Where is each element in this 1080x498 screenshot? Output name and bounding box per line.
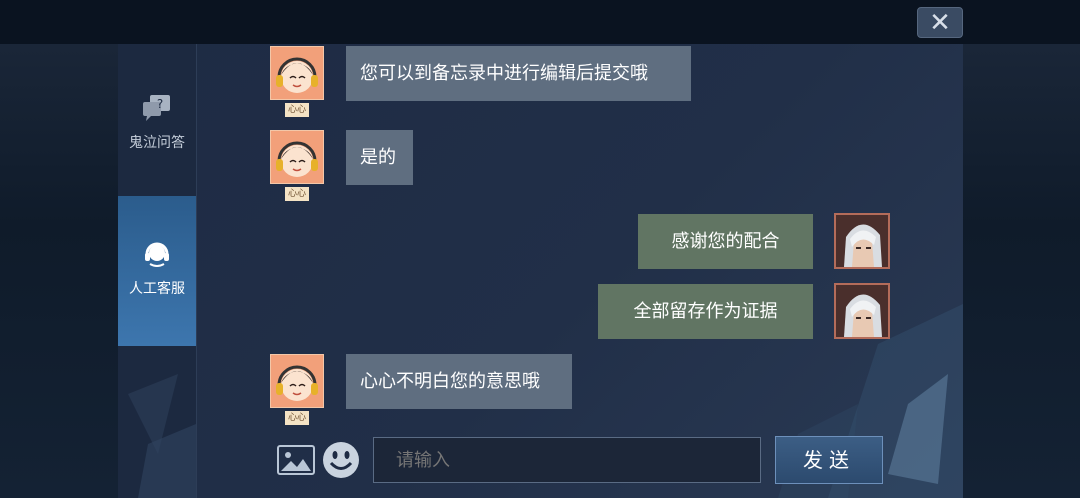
sidebar-item-label: 人工客服: [129, 281, 185, 297]
svg-text:?: ?: [157, 97, 163, 111]
emoji-icon[interactable]: [321, 440, 361, 480]
sidebar-decoration: [118, 354, 196, 498]
image-icon[interactable]: [277, 445, 315, 475]
message-bubble: 是的: [346, 130, 413, 185]
message-bubble: 全部留存作为证据: [598, 284, 813, 339]
close-button[interactable]: ✕: [917, 7, 963, 38]
message-bubble: 感谢您的配合: [638, 214, 813, 269]
sidebar-item-faq[interactable]: ? 鬼泣问答: [118, 94, 196, 194]
chat-input[interactable]: [373, 437, 761, 483]
background-left: [0, 44, 118, 498]
sidebar-item-human-service[interactable]: 人工客服: [118, 196, 196, 346]
agent-tag: 心心: [285, 411, 309, 425]
sidebar-item-label: 鬼泣问答: [129, 135, 185, 151]
question-bubble-icon: ?: [143, 95, 170, 121]
chat-panel: [118, 44, 963, 498]
user-avatar: [834, 213, 890, 269]
send-button[interactable]: 发送: [775, 436, 883, 484]
headset-icon: [145, 242, 169, 267]
message-bubble: 您可以到备忘录中进行编辑后提交哦: [346, 46, 691, 101]
user-avatar: [834, 283, 890, 339]
agent-avatar: [270, 130, 324, 184]
agent-tag: 心心: [285, 187, 309, 201]
agent-avatar: [270, 354, 324, 408]
background-right: [963, 44, 1080, 498]
message-bubble: 心心不明白您的意思哦: [346, 354, 572, 409]
sidebar: ? 鬼泣问答 人工客服: [118, 44, 197, 498]
agent-tag: 心心: [285, 103, 309, 117]
agent-avatar: [270, 46, 324, 100]
